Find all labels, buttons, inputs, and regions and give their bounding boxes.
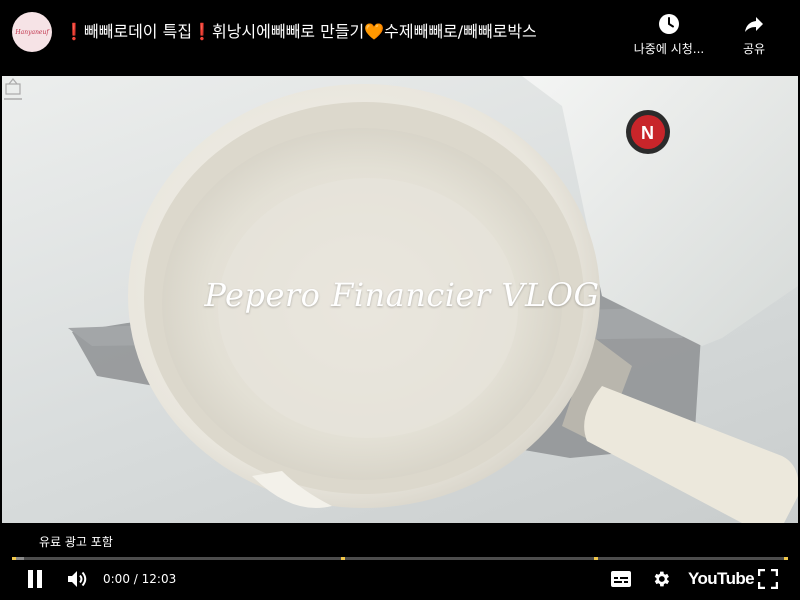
fullscreen-button[interactable] xyxy=(755,567,781,591)
pause-icon xyxy=(28,570,42,588)
share-label: 공유 xyxy=(742,42,766,56)
share-button[interactable]: 공유 xyxy=(709,12,799,57)
volume-button[interactable] xyxy=(64,567,90,591)
ad-marker xyxy=(784,557,788,560)
settings-button[interactable] xyxy=(648,567,674,591)
time-display: 0:00 / 12:03 xyxy=(103,572,176,586)
subtitles-button[interactable] xyxy=(608,567,634,591)
subtitles-icon xyxy=(611,571,631,587)
current-time: 0:00 xyxy=(103,572,130,586)
channel-watermark-icon[interactable] xyxy=(2,76,24,102)
watch-later-label: 나중에 시청... xyxy=(633,42,705,56)
time-separator: / xyxy=(133,572,138,586)
ad-marker xyxy=(12,557,16,560)
channel-avatar-text: Hanyaneuf xyxy=(15,28,49,36)
pause-button[interactable] xyxy=(22,567,48,591)
ad-marker xyxy=(341,557,346,560)
fullscreen-icon xyxy=(758,569,778,589)
watch-later-button[interactable]: 나중에 시청... xyxy=(624,12,714,57)
player-controls: 유료 광고 포함 0:00 / 12:03 YouTube xyxy=(0,523,800,600)
youtube-logo[interactable]: YouTube xyxy=(688,569,755,589)
duration: 12:03 xyxy=(141,572,177,586)
gear-icon xyxy=(654,571,670,587)
paid-promotion-label: 유료 광고 포함 xyxy=(39,535,113,549)
channel-avatar[interactable]: Hanyaneuf xyxy=(12,12,52,52)
video-info-bar: Hanyaneuf ❗빼빼로데이 특집❗휘낭시에빼빼로 만들기🧡수제빼빼로/빼빼… xyxy=(0,0,800,76)
video-frame[interactable]: N Pepero Financier VLOG xyxy=(2,76,798,523)
progress-bar[interactable] xyxy=(12,557,788,560)
video-title[interactable]: ❗빼빼로데이 특집❗휘낭시에빼빼로 만들기🧡수제빼빼로/빼빼로박스 xyxy=(64,20,604,44)
ad-marker xyxy=(594,557,598,560)
clock-icon xyxy=(659,14,679,34)
volume-icon xyxy=(68,571,87,587)
share-arrow-icon xyxy=(745,17,763,32)
brand-badge-text: N xyxy=(641,123,654,143)
video-overlay-title: Pepero Financier VLOG xyxy=(204,276,600,314)
